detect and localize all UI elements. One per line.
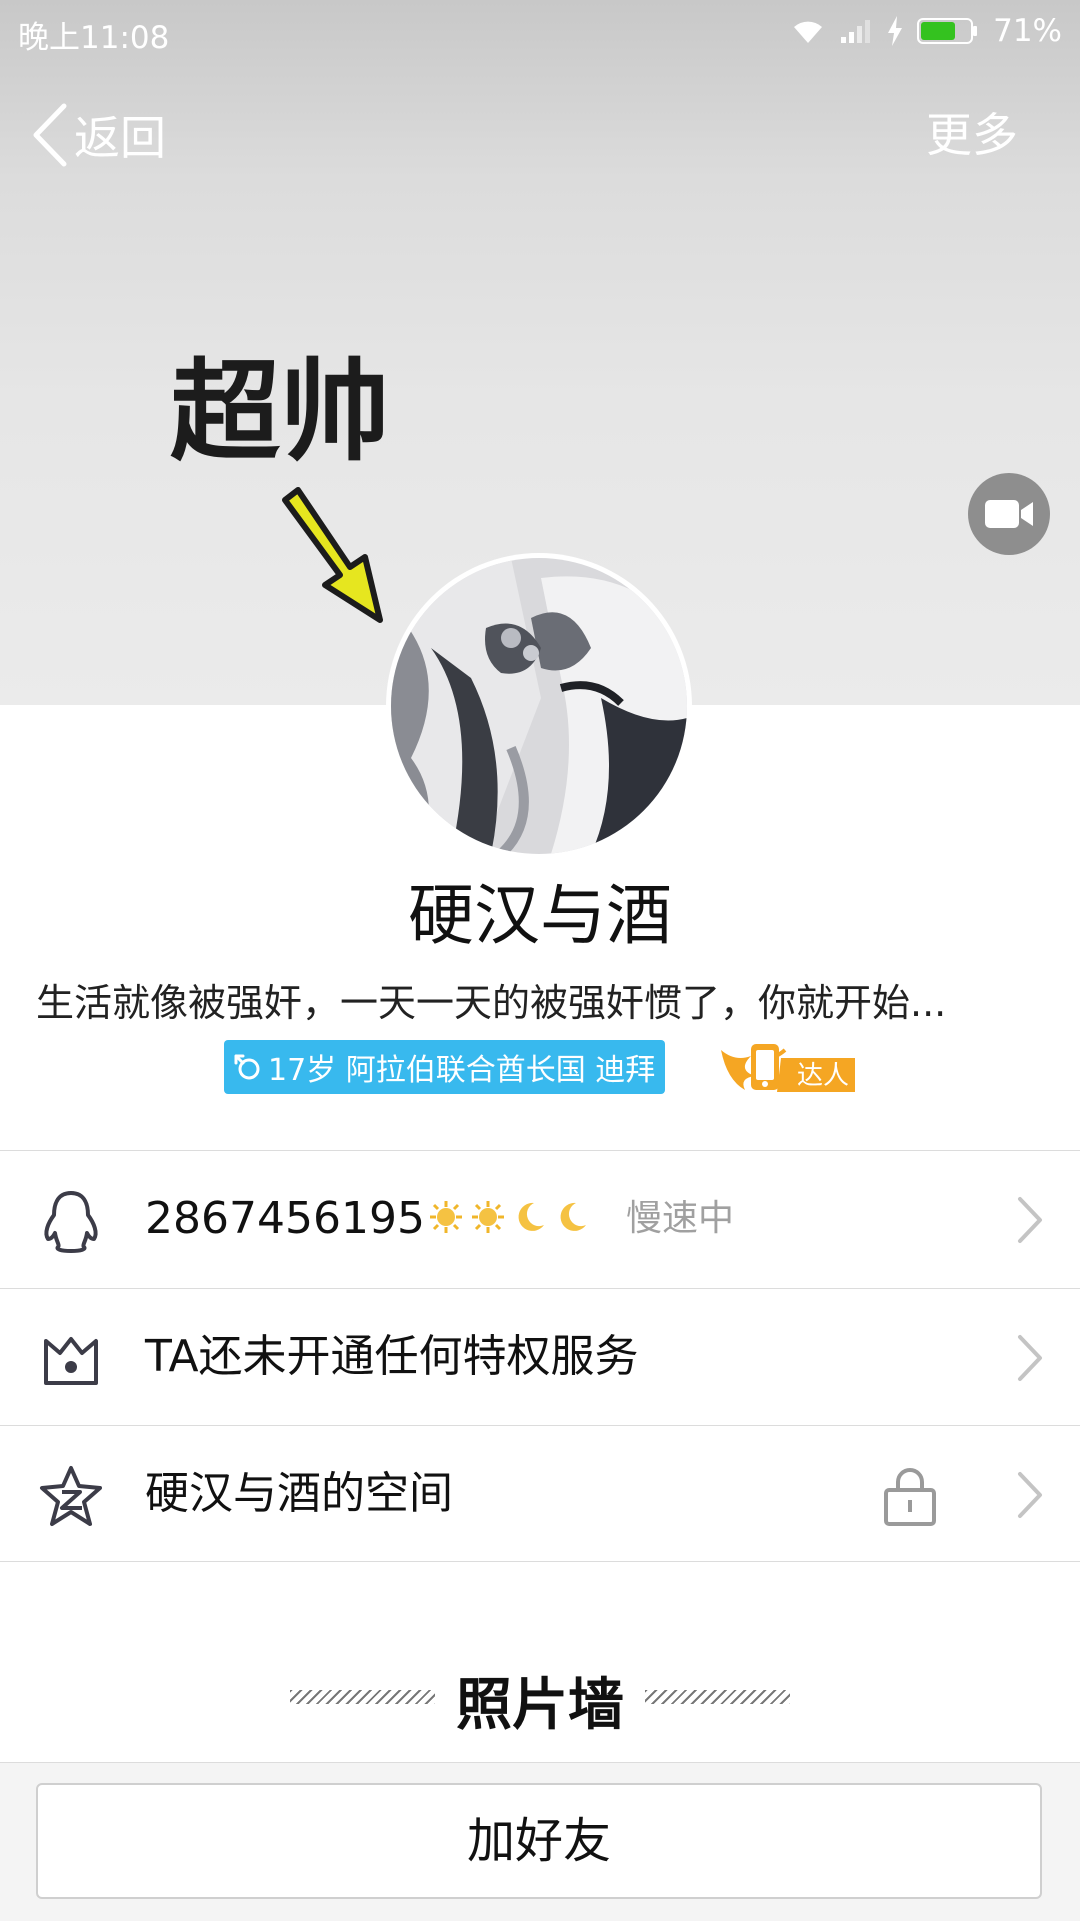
add-friend-button[interactable]: 加好友	[36, 1783, 1042, 1899]
chevron-right-icon	[1018, 1472, 1042, 1518]
speed-status: 慢速中	[626, 1198, 735, 1239]
talent-badge[interactable]: 达人	[715, 1040, 855, 1096]
status-bar: 晚上11:08 71%	[0, 0, 1080, 62]
photo-wall-header: 照片墙	[0, 1660, 1080, 1740]
signal-icon	[841, 20, 871, 43]
avatar-image	[391, 558, 687, 854]
charging-icon	[888, 16, 903, 46]
privilege-label: TA还未开通任何特权服务	[145, 1331, 639, 1382]
video-camera-icon	[985, 500, 1033, 528]
back-label: 返回	[74, 111, 166, 165]
back-button[interactable]: 返回	[30, 100, 166, 170]
qq-level	[428, 1199, 590, 1235]
moon-icon	[518, 1202, 544, 1231]
more-button[interactable]: 更多	[926, 100, 1018, 170]
arrow-icon	[282, 487, 383, 623]
signature[interactable]: 生活就像被强奸，一天一天的被强奸惯了，你就开始...	[36, 972, 1036, 1027]
qzone-star-icon	[40, 1466, 102, 1526]
bottom-action-bar: 加好友	[0, 1762, 1080, 1921]
qq-number: 2867456195	[145, 1193, 425, 1244]
lock-icon	[884, 1468, 936, 1526]
penguin-icon	[44, 1191, 98, 1253]
sun-icon	[472, 1201, 504, 1233]
qzone-row[interactable]: 硬汉与酒的空间	[0, 1426, 1080, 1562]
moon-icon	[560, 1202, 586, 1231]
battery-icon	[917, 18, 978, 44]
privilege-row[interactable]: TA还未开通任何特权服务	[0, 1289, 1080, 1425]
avatar[interactable]	[386, 553, 692, 859]
status-icons: 71%	[791, 10, 1062, 52]
profile-tags: 17岁 阿拉伯联合酋长国 迪拜 达人	[0, 1040, 1080, 1096]
divider	[0, 1561, 1080, 1562]
wifi-icon	[794, 21, 823, 43]
decorative-hatch	[645, 1690, 790, 1704]
qzone-label: 硬汉与酒的空间	[145, 1468, 453, 1519]
chevron-right-icon	[1018, 1335, 1042, 1381]
status-time: 晚上11:08	[18, 20, 170, 56]
cover-doodle-text: 超帅	[170, 348, 390, 476]
top-nav: 返回 更多	[0, 90, 1080, 180]
chevron-right-icon	[1018, 1197, 1042, 1243]
battery-percent: 71%	[993, 13, 1062, 49]
video-call-button[interactable]	[968, 473, 1050, 555]
profile-info-text: 17岁 阿拉伯联合酋长国 迪拜	[268, 1053, 656, 1088]
photo-wall-title: 照片墙	[456, 1673, 624, 1738]
talent-badge-label: 达人	[797, 1061, 849, 1091]
nickname: 硬汉与酒	[408, 877, 672, 954]
profile-info-tag: 17岁 阿拉伯联合酋长国 迪拜	[224, 1040, 666, 1094]
chevron-left-icon	[33, 103, 67, 167]
male-icon	[234, 1054, 260, 1080]
sun-icon	[430, 1201, 462, 1233]
crown-icon	[44, 1337, 98, 1385]
qq-number-row[interactable]: 2867456195 慢速中	[0, 1151, 1080, 1287]
